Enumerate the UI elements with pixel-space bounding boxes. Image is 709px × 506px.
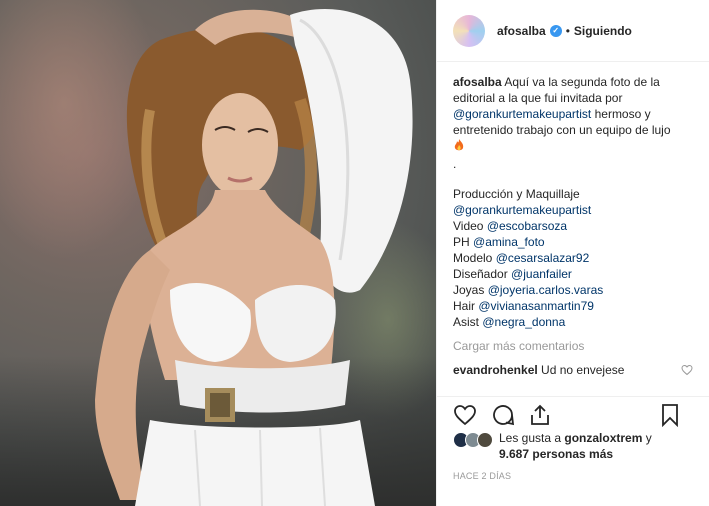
credit-label: Producción y Maquillaje bbox=[453, 187, 580, 201]
caption-username[interactable]: afosalba bbox=[453, 75, 502, 89]
action-bar bbox=[437, 396, 709, 432]
credit-line: Video @escobarsoza bbox=[453, 218, 693, 234]
post-header: afosalba ✓ • Siguiendo bbox=[437, 0, 709, 62]
likes-count-link[interactable]: 9.687 personas más bbox=[499, 447, 613, 461]
credit-mention[interactable]: @joyeria.carlos.varas bbox=[488, 283, 604, 297]
post-timestamp[interactable]: HACE 2 DÍAS bbox=[453, 471, 511, 481]
fire-emoji-icon bbox=[454, 139, 464, 151]
username-link[interactable]: afosalba bbox=[497, 24, 546, 38]
heart-icon bbox=[454, 404, 476, 425]
credit-line: Modelo @cesarsalazar92 bbox=[453, 250, 693, 266]
credit-label: Modelo bbox=[453, 251, 493, 265]
credit-mention[interactable]: @negra_donna bbox=[482, 315, 565, 329]
share-button[interactable] bbox=[529, 403, 551, 427]
credit-mention[interactable]: @amina_foto bbox=[473, 235, 545, 249]
credit-line: Hair @vivianasanmartin79 bbox=[453, 298, 693, 314]
credit-label: Video bbox=[453, 219, 484, 233]
credit-line: PH @amina_foto bbox=[453, 234, 693, 250]
avatar[interactable] bbox=[453, 14, 485, 47]
caption-mention[interactable]: @gorankurtemakeupartist bbox=[453, 107, 591, 121]
credit-mention[interactable]: @gorankurtemakeupartist bbox=[453, 203, 591, 217]
credit-label: PH bbox=[453, 235, 470, 249]
credit-label: Hair bbox=[453, 299, 476, 313]
bookmark-icon bbox=[662, 403, 678, 427]
credit-mention[interactable]: @vivianasanmartin79 bbox=[478, 299, 594, 313]
comment-text: Ud no envejese bbox=[541, 363, 625, 377]
likes-summary: Les gusta a gonzaloxtrem y 9.687 persona… bbox=[453, 430, 701, 462]
post-photo[interactable] bbox=[0, 0, 436, 506]
comment-like-heart-icon[interactable] bbox=[681, 364, 693, 376]
caption-dot: . bbox=[453, 157, 457, 171]
load-more-comments-button[interactable]: Cargar más comentarios bbox=[453, 338, 693, 354]
following-button[interactable]: Siguiendo bbox=[574, 24, 632, 38]
instagram-post: afosalba ✓ • Siguiendo afosalba Aquí va … bbox=[0, 0, 709, 506]
post-side-panel: afosalba ✓ • Siguiendo afosalba Aquí va … bbox=[436, 0, 709, 506]
credit-mention[interactable]: @escobarsoza bbox=[487, 219, 567, 233]
save-button[interactable] bbox=[661, 403, 679, 427]
credit-label: Asist bbox=[453, 315, 480, 329]
share-icon bbox=[531, 404, 549, 425]
separator-dot: • bbox=[565, 23, 570, 38]
comment-icon bbox=[493, 404, 515, 425]
credit-line: Diseñador @juanfailer bbox=[453, 266, 693, 282]
credit-line: Producción y Maquillaje bbox=[453, 186, 693, 202]
comment-row: evandrohenkel Ud no envejese bbox=[453, 362, 693, 378]
credit-line: Joyas @joyeria.carlos.varas bbox=[453, 282, 693, 298]
likes-prefix: Les gusta a bbox=[499, 431, 562, 445]
credit-line: Asist @negra_donna bbox=[453, 314, 693, 330]
caption: afosalba Aquí va la segunda foto de la e… bbox=[453, 74, 693, 172]
liker-avatars bbox=[453, 432, 493, 448]
likes-joiner: y bbox=[645, 431, 652, 445]
verified-badge-icon: ✓ bbox=[549, 24, 562, 37]
credit-label: Joyas bbox=[453, 283, 485, 297]
avatar[interactable] bbox=[477, 432, 493, 448]
comment-button[interactable] bbox=[491, 403, 515, 427]
comments-area: afosalba Aquí va la segunda foto de la e… bbox=[437, 62, 709, 392]
liker-username[interactable]: gonzaloxtrem bbox=[564, 431, 642, 445]
like-button[interactable] bbox=[453, 403, 477, 427]
credits-list: Producción y Maquillaje @gorankurtemakeu… bbox=[453, 186, 693, 330]
comment-username[interactable]: evandrohenkel bbox=[453, 363, 538, 377]
credit-label: Diseñador bbox=[453, 267, 508, 281]
credit-mention[interactable]: @cesarsalazar92 bbox=[496, 251, 590, 265]
model-figure bbox=[95, 8, 413, 506]
credit-line: @gorankurtemakeupartist bbox=[453, 202, 693, 218]
credit-mention[interactable]: @juanfailer bbox=[511, 267, 572, 281]
